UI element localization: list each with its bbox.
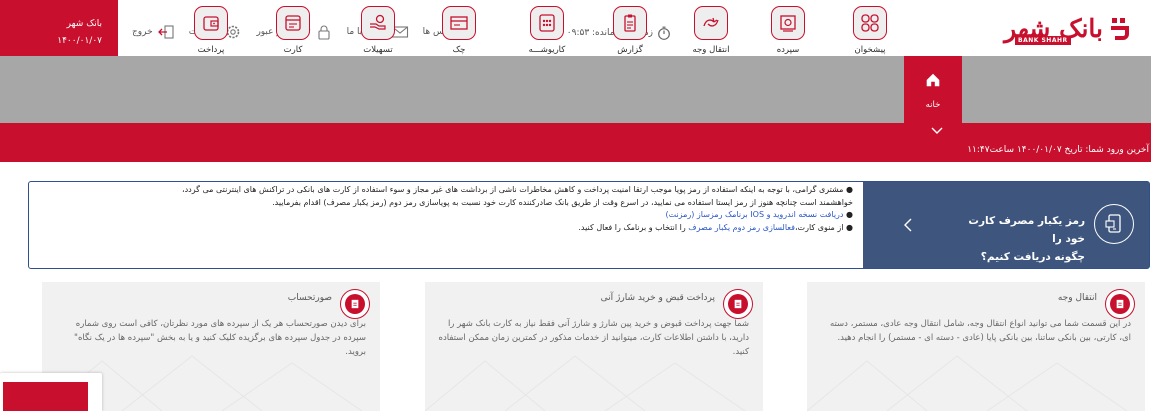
floating-tab-fill bbox=[3, 382, 88, 411]
notice-paragraph-2: خواهشمند است چنانچه هنوز از رمز ایستا اس… bbox=[272, 197, 853, 207]
logout-link[interactable]: خروج bbox=[132, 24, 175, 40]
nav-card[interactable]: کارت bbox=[268, 6, 318, 55]
last-login-text: آخرین ورود شما: تاریخ ۱۴۰۰/۰۱/۰۷ ساعت۱۱:… bbox=[967, 145, 1149, 155]
notice-title: رمز یکبار مصرف کارت خود را چگونه دریافت … bbox=[965, 212, 1085, 266]
notice-paragraph-3: ● دریافت نسخه اندروید و IOS برنامک رمزسا… bbox=[665, 210, 853, 219]
logout-label: خروج bbox=[132, 27, 153, 37]
calculator-icon bbox=[530, 6, 564, 40]
dashboard-icon bbox=[853, 6, 887, 40]
nav-home-label: خانه bbox=[925, 100, 941, 110]
wallet-icon bbox=[194, 6, 228, 40]
main-navbar bbox=[0, 56, 1151, 123]
floating-tab[interactable] bbox=[0, 373, 102, 411]
nav-deposit[interactable]: سپرده bbox=[763, 6, 813, 55]
notice-header[interactable]: رمز یکبار مصرف کارت خود را چگونه دریافت … bbox=[863, 182, 1149, 268]
nav-card-label: کارت bbox=[283, 45, 303, 55]
notice-title-line2: چگونه دریافت کنیم؟ bbox=[980, 251, 1085, 263]
safe-icon bbox=[771, 6, 805, 40]
card-bill-payment[interactable]: پرداخت قبض و خرید شارژ آنی شما جهت پرداخ… bbox=[425, 282, 763, 411]
nav-transfer[interactable]: انتقال وجه bbox=[686, 6, 736, 55]
card-text: در این قسمت شما می توانید انواع انتقال و… bbox=[829, 319, 1131, 343]
card-title: انتقال وجه bbox=[1057, 293, 1097, 303]
bank-logo[interactable]: بانک شهر BANK SHAHR bbox=[993, 14, 1133, 48]
nav-loans-label: تسهیلات bbox=[363, 45, 393, 55]
card-decoration bbox=[807, 355, 1128, 411]
branch-info: بانک شهر ۱۴۰۰/۰۱/۰۷ bbox=[0, 0, 118, 56]
money-hand-icon bbox=[361, 6, 395, 40]
nav-dashboard-label: پیشخوان bbox=[854, 45, 886, 55]
nav-cheque[interactable]: چک bbox=[434, 6, 484, 55]
nav-report-label: گزارش bbox=[617, 45, 643, 55]
nav-cartable-label: کاریوشـــه bbox=[528, 45, 566, 55]
stopwatch-icon bbox=[658, 26, 670, 40]
nav-report[interactable]: گزارش bbox=[605, 6, 655, 55]
nav-payment[interactable]: پرداخت bbox=[186, 6, 236, 55]
notice-p4-post: را انتخاب و برنامک را فعال کنید. bbox=[578, 222, 686, 232]
bank-logo-mark-icon bbox=[1111, 18, 1129, 40]
nav-loans[interactable]: تسهیلات bbox=[353, 6, 403, 55]
document-icon bbox=[1105, 289, 1135, 319]
card-transfer[interactable]: انتقال وجه در این قسمت شما می توانید انو… bbox=[807, 282, 1145, 411]
notice-p4-pre: از منوی کارت، bbox=[794, 222, 844, 232]
otp-notice: رمز یکبار مصرف کارت خود را چگونه دریافت … bbox=[28, 181, 1150, 269]
current-date: ۱۴۰۰/۰۱/۰۷ bbox=[57, 36, 102, 46]
top-header: بانک شهر BANK SHAHR زمان باقی‌مانده: ۰۹:… bbox=[0, 0, 1151, 56]
document-icon bbox=[723, 289, 753, 319]
notice-p1-text: مشتری گرامی، با توجه به اینکه استفاده از… bbox=[182, 185, 844, 194]
transfer-icon bbox=[694, 6, 728, 40]
nav-cartable[interactable]: کاریوشـــه bbox=[522, 6, 572, 55]
nav-home[interactable]: خانه bbox=[904, 56, 962, 132]
card-text: برای دیدن صورتحساب هر یک از سپرده های مو… bbox=[74, 319, 366, 357]
card-decoration bbox=[425, 355, 746, 411]
nav-deposit-label: سپرده bbox=[776, 45, 800, 55]
last-login-bar: آخرین ورود شما: تاریخ ۱۴۰۰/۰۱/۰۷ ساعت۱۱:… bbox=[0, 123, 1151, 162]
notice-paragraph-4: ● از منوی کارت،فعالسازی رمز دوم یکبار مص… bbox=[578, 222, 853, 232]
logo-english-text: BANK SHAHR bbox=[1015, 36, 1071, 45]
notice-paragraph-1: ● مشتری گرامی، با توجه به اینکه استفاده … bbox=[182, 185, 853, 194]
document-icon bbox=[340, 289, 370, 319]
card-icon bbox=[276, 6, 310, 40]
card-title: صورتحساب bbox=[287, 293, 332, 303]
activate-otp-link[interactable]: فعالسازی رمز دوم یکبار مصرف bbox=[688, 223, 795, 232]
otp-phone-icon bbox=[1094, 204, 1134, 244]
download-app-link[interactable]: دریافت نسخه اندروید و IOS برنامک رمزساز … bbox=[665, 210, 843, 219]
nav-cheque-label: چک bbox=[452, 45, 466, 55]
cheque-icon bbox=[442, 6, 476, 40]
notice-title-line1: رمز یکبار مصرف کارت خود را bbox=[968, 215, 1085, 245]
card-title: پرداخت قبض و خرید شارژ آنی bbox=[600, 293, 715, 303]
chevron-left-icon[interactable] bbox=[903, 218, 913, 232]
nav-dashboard[interactable]: پیشخوان bbox=[845, 6, 895, 55]
nav-payment-label: پرداخت bbox=[197, 45, 225, 55]
notice-body: ● مشتری گرامی، با توجه به اینکه استفاده … bbox=[28, 184, 853, 234]
nav-transfer-label: انتقال وجه bbox=[692, 45, 730, 55]
logout-icon bbox=[157, 25, 174, 39]
chevron-down-icon[interactable] bbox=[931, 127, 943, 135]
clipboard-icon bbox=[613, 6, 647, 40]
branch-name: بانک شهر bbox=[66, 19, 102, 29]
home-icon bbox=[917, 64, 949, 96]
card-text: شما جهت پرداخت قبوض و خرید پین شارژ و شا… bbox=[438, 319, 749, 357]
